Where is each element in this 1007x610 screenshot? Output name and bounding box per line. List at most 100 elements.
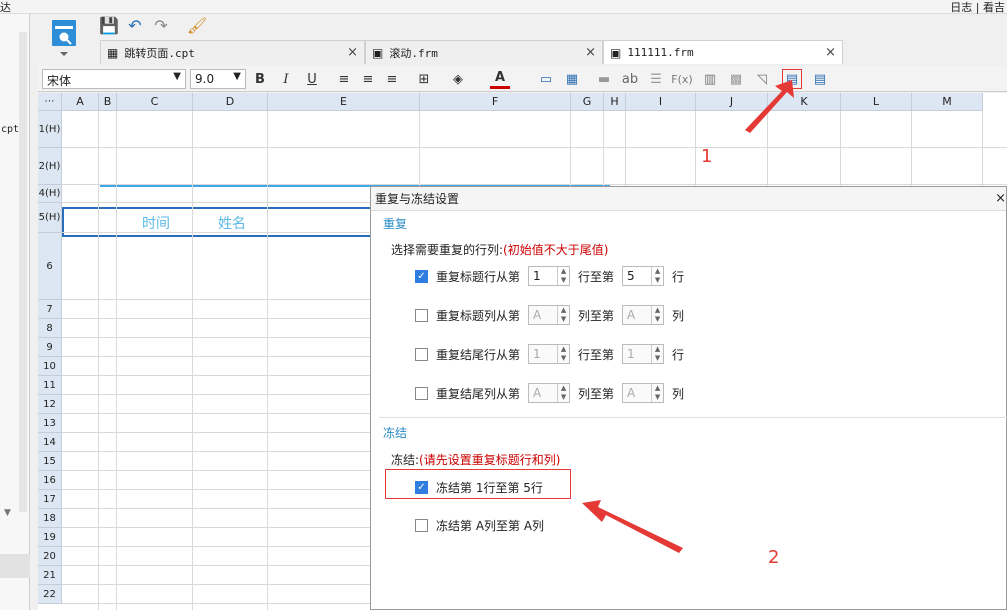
column-header[interactable]: G [571,93,604,111]
tab-jump-page[interactable]: ▦ 跳转页面.cpt × [100,40,365,64]
close-icon[interactable]: × [347,45,358,60]
row-header[interactable]: 2(H) [38,148,62,185]
repeat-footer-rows-from[interactable]: 1 ▲ ▼ [528,344,571,364]
column-header[interactable]: K [768,93,841,111]
column-header[interactable]: B [99,93,117,111]
align-center-icon[interactable]: ≡ [358,69,378,89]
repeat-footer-cols-checkbox[interactable] [415,386,428,400]
align-left-icon[interactable]: ≡ [334,69,354,89]
text-icon[interactable]: ab [620,69,640,89]
report-preview-button[interactable] [50,18,80,58]
column-header[interactable]: C [117,93,193,111]
format-brush-icon[interactable]: 🖌 [186,14,208,36]
column-header[interactable]: J [696,93,768,111]
column-header[interactable]: A [62,93,99,111]
row-header[interactable]: 19 [38,528,62,547]
report-list-icon[interactable]: ▤ [810,69,830,89]
repeat-footer-rows-checkbox[interactable] [415,347,428,361]
bold-button[interactable]: B [250,69,270,89]
column-header[interactable]: F [420,93,571,111]
row-header[interactable]: 10 [38,357,62,376]
tab-scroll[interactable]: ▣ 滚动.frm × [365,40,603,64]
freeze-cols-checkbox[interactable] [415,518,428,532]
repeat-freeze-dialog: 重复与冻结设置 × 重复 选择需要重复的行列:(初始值不大于尾值) ✓ 重复标题… [370,186,1007,610]
freeze-rows-checkbox[interactable]: ✓ [415,480,428,494]
row-header[interactable]: 7 [38,300,62,319]
border-icon[interactable]: ⊞ [414,69,434,89]
file-label[interactable]: cpt [1,124,19,135]
repeat-freeze-icon[interactable]: ▤ [782,69,802,89]
repeat-title-rows-checkbox[interactable]: ✓ [415,269,428,283]
repeat-footer-cols-to[interactable]: A ▲ ▼ [622,383,665,403]
repeat-footer-rows-to[interactable]: 1 ▲ ▼ [622,344,665,364]
row-header[interactable]: 17 [38,490,62,509]
underline-button[interactable]: U [302,69,322,89]
cell-c5[interactable]: 时间 [142,213,170,233]
row-header[interactable]: 22 [38,585,62,604]
tab-label: 滚动.frm [389,46,438,60]
repeat-title-cols-from[interactable]: A ▲ ▼ [528,305,571,325]
undo-icon[interactable]: ↶ [124,14,146,36]
row-header[interactable]: 6 [38,233,62,300]
row-header[interactable]: 4(H) [38,185,62,203]
redo-icon[interactable]: ↷ [150,14,172,36]
row-header[interactable]: 5(H) [38,203,62,233]
collapse-arrow-icon[interactable]: ▼ [4,508,11,518]
slider-icon[interactable]: ☰ [646,69,666,89]
table-grid-icon[interactable]: ▦ [562,69,582,89]
slash-icon[interactable]: ◹ [752,69,772,89]
repeat-title-cols-checkbox[interactable] [415,308,428,322]
freeze-cols-row[interactable]: 冻结第 A列至第 A列 [415,514,544,536]
row-header[interactable]: 13 [38,414,62,433]
row-header[interactable]: 1(H) [38,111,62,148]
row-header[interactable]: 8 [38,319,62,338]
row-header[interactable]: 14 [38,433,62,452]
column-header[interactable]: I [626,93,696,111]
row-header[interactable]: 18 [38,509,62,528]
row-header[interactable]: 11 [38,376,62,395]
align-right-icon[interactable]: ≡ [382,69,402,89]
close-icon[interactable]: × [585,45,596,60]
row-header[interactable]: 21 [38,566,62,585]
left-panel-scrollbar[interactable] [19,32,27,512]
repeat-title-cols-to[interactable]: A ▲ ▼ [622,305,665,325]
close-icon[interactable]: × [995,187,1006,211]
repeat-title-cols-row[interactable]: 重复标题列从第 A ▲ ▼ 列至第 A ▲ ▼ 列 [415,304,684,326]
column-header[interactable]: H [604,93,626,111]
row-header[interactable]: 16 [38,471,62,490]
font-size-select[interactable]: 9.0 ▼ [190,69,246,89]
chart-icon[interactable]: ▥ [700,69,720,89]
row-header[interactable]: 15 [38,452,62,471]
repeat-footer-rows-row[interactable]: 重复结尾行从第 1 ▲ ▼ 行至第 1 ▲ ▼ 行 [415,343,684,365]
font-family-select[interactable]: 宋体 ▼ [42,69,186,89]
grid-line [62,184,1007,185]
repeat-footer-cols-row[interactable]: 重复结尾列从第 A ▲ ▼ 列至第 A ▲ ▼ 列 [415,382,684,404]
window-title-right: 日志 | 看吉 [950,1,1005,14]
column-header[interactable]: E [268,93,420,111]
repeat-title-rows-from[interactable]: 1 ▲ ▼ [528,266,571,286]
tab-111111[interactable]: ▣ 111111.frm × [603,40,843,64]
tab-bar: ▦ 跳转页面.cpt × ▣ 滚动.frm × ▣ 111111.frm × [100,40,1007,64]
freeze-rows-row[interactable]: ✓ 冻结第 1行至第 5行 [415,476,543,498]
font-color-icon[interactable]: A [490,69,510,89]
repeat-title-rows-to[interactable]: 5 ▲ ▼ [622,266,665,286]
formula-icon[interactable]: F(x) [671,69,692,89]
image-icon[interactable]: ▩ [726,69,746,89]
column-header[interactable]: M [912,93,983,111]
cell-d5[interactable]: 姓名 [218,213,246,233]
save-icon[interactable]: 💾 [98,14,120,36]
merge-cells-icon[interactable]: ▭ [536,69,556,89]
grid-line [98,111,99,610]
column-header[interactable]: D [193,93,268,111]
fill-color-icon[interactable]: ◈ [448,69,468,89]
repeat-title-rows-row[interactable]: ✓ 重复标题行从第 1 ▲ ▼ 行至第 5 ▲ ▼ 行 [415,265,684,287]
select-all-corner[interactable]: ⋯ [38,93,62,111]
row-header[interactable]: 9 [38,338,62,357]
italic-button[interactable]: I [276,69,296,89]
row-header[interactable]: 20 [38,547,62,566]
insert-row-icon[interactable]: ▬ [594,69,614,89]
close-icon[interactable]: × [825,45,836,60]
column-header[interactable]: L [841,93,912,111]
repeat-footer-cols-from[interactable]: A ▲ ▼ [528,383,571,403]
row-header[interactable]: 12 [38,395,62,414]
